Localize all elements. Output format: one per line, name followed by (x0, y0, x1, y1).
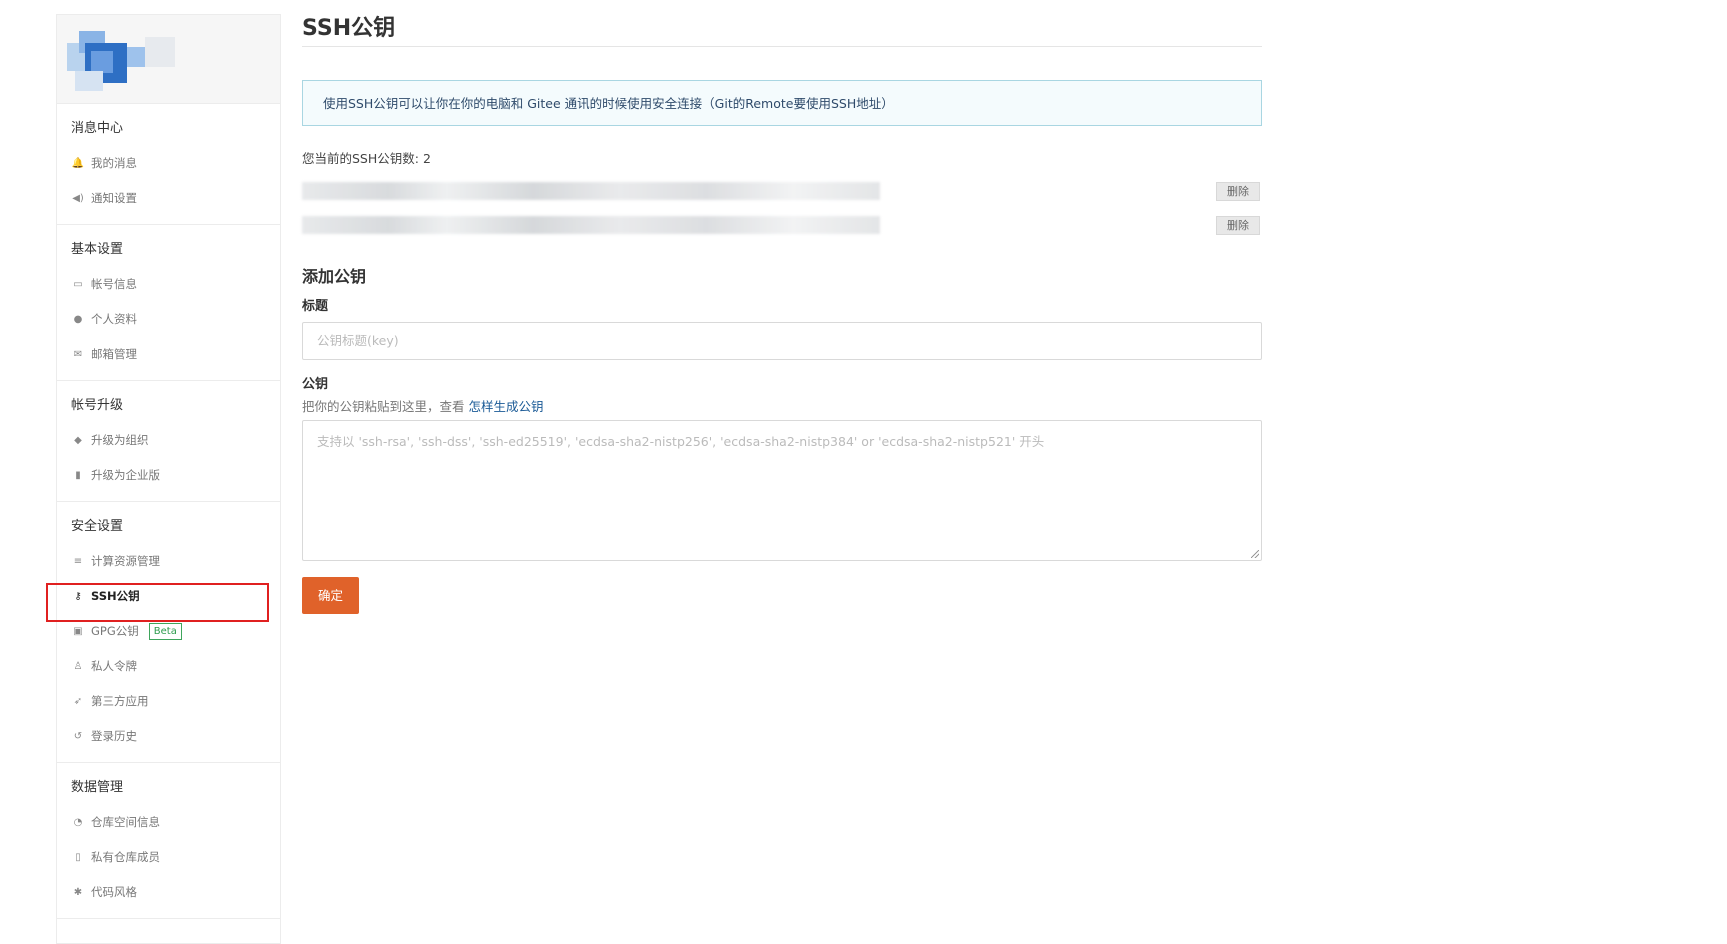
sidebar: 消息中心 🔔 我的消息 ◀) 通知设置基本设置 ▭ 帐号信息 ● 个人资料 ✉ 邮箱管理帐号升级 ◆ 升… (56, 14, 281, 944)
key-row: 删除 (302, 172, 1262, 208)
history-icon: ↺ (73, 731, 83, 742)
user-icon: ● (73, 314, 83, 325)
info-box: 使用SSH公钥可以让你在你的电脑和 Gitee 通讯的时候使用安全连接（Git的… (302, 80, 1262, 126)
delete-key-button[interactable]: 删除 (1216, 182, 1260, 201)
public-key-placeholder: 支持以 'ssh-rsa', 'ssh-dss', 'ssh-ed25519',… (317, 434, 1045, 449)
sidebar-item-label: 私有仓库成员 (91, 850, 160, 864)
key-count: 您当前的SSH公钥数: 2 (302, 151, 431, 166)
key-label: 公钥 (302, 377, 329, 392)
pie-chart-icon: ◔ (73, 817, 83, 828)
sidebar-item[interactable]: ◀) 通知设置 (57, 181, 280, 216)
menu-group: 基本设置 ▭ 帐号信息 ● 个人资料 ✉ 邮箱管理 (57, 225, 280, 381)
sidebar-item[interactable]: 🔔 我的消息 (57, 146, 280, 181)
building-icon: ▮ (75, 470, 81, 481)
key-hint-text: 把你的公钥粘贴到这里，查看 (302, 399, 465, 414)
server-icon: ≡ (73, 556, 83, 567)
avatar[interactable] (67, 25, 177, 95)
menu-group: 消息中心 🔔 我的消息 ◀) 通知设置 (57, 104, 280, 225)
page-title: SSH公钥 (302, 16, 396, 41)
sidebar-item[interactable]: ↺ 登录历史 (57, 719, 280, 754)
sidebar-item[interactable]: ≡ 计算资源管理 (57, 544, 280, 579)
key-fingerprint-blurred (302, 182, 880, 200)
sidebar-item-label: 个人资料 (91, 312, 137, 326)
sidebar-item[interactable]: ♙ 私人令牌 (57, 649, 280, 684)
menu-group-title: 数据管理 (71, 780, 124, 795)
public-key-textarea[interactable]: 支持以 'ssh-rsa', 'ssh-dss', 'ssh-ed25519',… (302, 420, 1262, 561)
resize-handle[interactable] (1251, 550, 1259, 558)
sidebar-item-label: 计算资源管理 (91, 554, 160, 568)
menu-group-title: 消息中心 (71, 121, 124, 136)
sidebar-item-label: 第三方应用 (91, 694, 149, 708)
menu-group: 帐号升级 ◆ 升级为组织 ▮ 升级为企业版 (57, 381, 280, 502)
rocket-icon: ➶ (73, 696, 83, 707)
sidebar-item[interactable]: ◆ 升级为组织 (57, 423, 280, 458)
menu-group-title: 安全设置 (71, 519, 124, 534)
sidebar-item[interactable]: ▮ 升级为企业版 (57, 458, 280, 493)
speaker-icon: ◀) (72, 193, 84, 204)
id-card-icon: ▭ (73, 279, 83, 290)
sidebar-item-label: 仓库空间信息 (91, 815, 160, 829)
sidebar-item-label: 代码风格 (91, 885, 137, 899)
menu-group-title: 帐号升级 (71, 398, 124, 413)
sidebar-item-label: 升级为组织 (91, 433, 149, 447)
avatar-area (57, 15, 280, 104)
key-fingerprint-blurred (302, 216, 880, 234)
menu-group: 安全设置 ≡ 计算资源管理 ⚷ SSH公钥 ▣ GPG公钥 Beta ♙ 私人令牌 ➶ 第三方应用 ↺ 登… (57, 502, 280, 763)
highlight-box (46, 583, 269, 622)
how-to-generate-link[interactable]: 怎样生成公钥 (469, 399, 544, 414)
bell-icon: 🔔 (71, 158, 85, 169)
sidebar-item-label: 升级为企业版 (91, 468, 160, 482)
title-divider (302, 46, 1262, 47)
sidebar-item-label: 通知设置 (91, 191, 137, 205)
key-row: 删除 (302, 206, 1262, 242)
sidebar-item[interactable]: ● 个人资料 (57, 302, 280, 337)
users-icon: ◆ (74, 435, 82, 446)
sidebar-item-label: 邮箱管理 (91, 347, 137, 361)
mail-icon: ✉ (73, 349, 83, 360)
sidebar-item[interactable]: ✉ 邮箱管理 (57, 337, 280, 372)
key-hint: 把你的公钥粘贴到这里，查看 怎样生成公钥 (302, 398, 1262, 416)
sidebar-item[interactable]: ▭ 帐号信息 (57, 267, 280, 302)
gears-icon: ✱ (73, 887, 83, 898)
sidebar-item-label: 帐号信息 (91, 277, 137, 291)
sidebar-item[interactable]: ➶ 第三方应用 (57, 684, 280, 719)
key-title-input[interactable]: 公钥标题(key) (302, 322, 1262, 360)
submit-button[interactable]: 确定 (302, 577, 359, 614)
sidebar-item-label: 我的消息 (91, 156, 137, 170)
token-icon: ♙ (73, 661, 83, 672)
menu-group-title: 基本设置 (71, 242, 124, 257)
sidebar-item-label: 私人令牌 (91, 659, 137, 673)
menu-group: 数据管理 ◔ 仓库空间信息 ▯ 私有仓库成员 ✱ 代码风格 (57, 763, 280, 919)
sidebar-item-label: 登录历史 (91, 729, 137, 743)
delete-key-button[interactable]: 删除 (1216, 216, 1260, 235)
sidebar-item[interactable]: ▯ 私有仓库成员 (57, 840, 280, 875)
book-icon: ▯ (75, 852, 81, 863)
beta-badge: Beta (148, 623, 182, 640)
sidebar-item[interactable]: ✱ 代码风格 (57, 875, 280, 910)
add-key-heading: 添加公钥 (302, 267, 367, 286)
sidebar-item[interactable]: ◔ 仓库空间信息 (57, 805, 280, 840)
main-content: SSH公钥 使用SSH公钥可以让你在你的电脑和 Gitee 通讯的时候使用安全连… (302, 0, 1262, 614)
title-label: 标题 (302, 299, 329, 314)
